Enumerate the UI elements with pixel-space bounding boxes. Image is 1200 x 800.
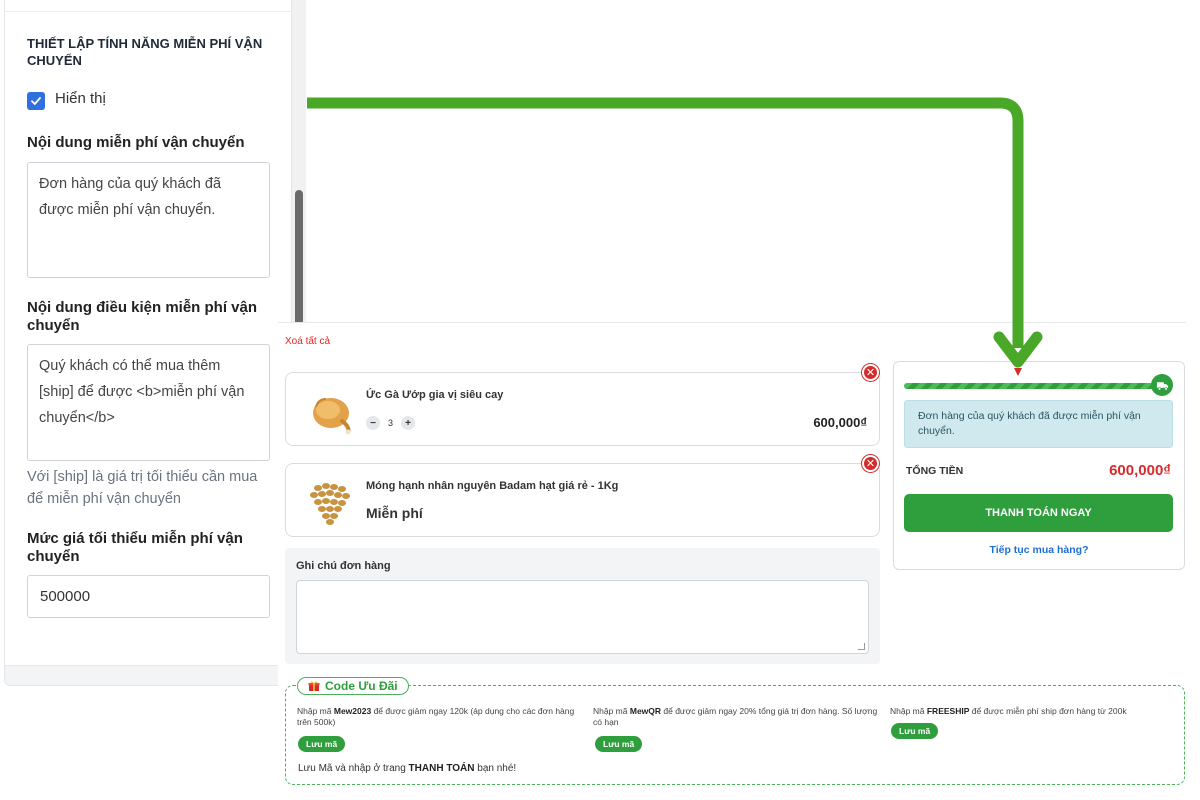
- save-coupon-button[interactable]: Lưu mã: [595, 736, 643, 752]
- coupon-title-text: Code Ưu Đãi: [325, 679, 398, 693]
- qty-value[interactable]: 3: [388, 418, 393, 428]
- close-icon: ✕: [865, 367, 876, 379]
- coupon-code: MewQR: [629, 706, 662, 716]
- order-note-textarea[interactable]: [296, 580, 869, 654]
- remove-item-button[interactable]: ✕: [862, 364, 879, 381]
- quantity-stepper: − 3 +: [366, 416, 416, 430]
- coupon-item: Nhập mã FREESHIP để được miễn phí ship đ…: [890, 706, 1175, 717]
- checkout-button[interactable]: THANH TOÁN NGAY: [904, 494, 1173, 532]
- show-checkbox[interactable]: [27, 92, 45, 110]
- order-note-section: Ghi chú đơn hàng: [285, 548, 880, 664]
- min-price-label: Mức giá tối thiểu miễn phí vận chuyển: [27, 530, 243, 565]
- show-checkbox-label: Hiển thị: [55, 90, 106, 107]
- coupon-text: Nhập mã: [593, 706, 630, 716]
- cart-item: Ức Gà Ướp gia vị siêu cay − 3 + 600,000₫: [285, 372, 880, 446]
- order-summary: Đơn hàng của quý khách đã được miễn phí …: [893, 361, 1185, 570]
- truck-icon: [1151, 374, 1173, 396]
- section-title: THIẾT LẬP TÍNH NĂNG MIỄN PHÍ VẬN CHUYỂN: [27, 36, 263, 68]
- check-icon: [31, 97, 41, 105]
- shipping-progress-bar: [904, 383, 1154, 389]
- coupon-code: FREESHIP: [926, 706, 970, 716]
- item-price: 600,000₫: [813, 415, 867, 430]
- coupon-text: để được miễn phí ship đơn hàng từ 200k: [969, 706, 1127, 716]
- item-name: Ức Gà Ướp gia vị siêu cay: [366, 389, 504, 401]
- item-free-label: Miễn phí: [366, 505, 423, 521]
- continue-shopping-link[interactable]: Tiếp tục mua hàng?: [894, 544, 1184, 556]
- panel-top-strip: [5, 0, 291, 12]
- qty-minus-button[interactable]: −: [366, 416, 380, 430]
- condition-content-textarea[interactable]: Quý khách có thể mua thêm [ship] để được…: [27, 344, 270, 461]
- chicken-image: [313, 398, 351, 435]
- coupon-footer-bold: THANH TOÁN: [408, 763, 475, 774]
- coupon-footer: Lưu Mã và nhập ở trang THANH TOÁN bạn nh…: [298, 763, 516, 774]
- progress-marker: [1014, 368, 1022, 376]
- coupon-text: Nhập mã: [890, 706, 927, 716]
- free-content-label: Nội dung miễn phí vận chuyển: [27, 134, 245, 151]
- order-note-label: Ghi chú đơn hàng: [296, 560, 391, 572]
- free-content-textarea[interactable]: Đơn hàng của quý khách đã được miễn phí …: [27, 162, 270, 278]
- coupon-footer-text: Lưu Mã và nhập ở trang: [298, 763, 409, 774]
- remove-item-button[interactable]: ✕: [862, 455, 879, 472]
- save-coupon-button[interactable]: Lưu mã: [298, 736, 346, 752]
- coupon-item: Nhập mã Mew2023 để được giảm ngay 120k (…: [297, 706, 582, 728]
- min-price-input[interactable]: 500000: [27, 575, 270, 618]
- clear-all-link[interactable]: Xoá tất cả: [285, 336, 330, 347]
- coupon-item: Nhập mã MewQR để được giảm ngay 20% tổng…: [593, 706, 878, 728]
- qty-plus-button[interactable]: +: [401, 416, 416, 430]
- scrollbar-thumb[interactable]: [295, 190, 303, 330]
- condition-content-label: Nội dung điều kiện miễn phí vận chuyển: [27, 299, 258, 334]
- free-shipping-message: Đơn hàng của quý khách đã được miễn phí …: [904, 400, 1173, 448]
- condition-hint: Với [ship] là giá trị tối thiểu cần mua …: [27, 469, 258, 507]
- total-value: 600,000₫: [1109, 462, 1171, 479]
- cart-item: Móng hạnh nhân nguyên Badam hạt giá rẻ -…: [285, 463, 880, 537]
- cart-divider: [278, 322, 1186, 323]
- coupon-footer-text: bạn nhé!: [474, 763, 517, 774]
- save-coupon-button[interactable]: Lưu mã: [891, 723, 939, 739]
- almond-image: [310, 483, 350, 525]
- arrow-icon: [307, 97, 1024, 348]
- coupon-code: Mew2023: [333, 706, 372, 716]
- free-shipping-settings-panel: THIẾT LẬP TÍNH NĂNG MIỄN PHÍ VẬN CHUYỂN …: [4, 0, 292, 686]
- coupon-section: Code Ưu Đãi Nhập mã Mew2023 để được giảm…: [285, 677, 1185, 785]
- total-label: TỔNG TIỀN: [906, 465, 964, 477]
- coupon-text: Nhập mã: [297, 706, 334, 716]
- resize-handle[interactable]: [858, 643, 865, 650]
- close-icon: ✕: [865, 458, 876, 470]
- item-name: Móng hạnh nhân nguyên Badam hạt giá rẻ -…: [366, 480, 619, 492]
- gift-icon: [308, 681, 320, 691]
- coupon-title: Code Ưu Đãi: [297, 677, 409, 695]
- panel-bottom-strip: [5, 665, 291, 685]
